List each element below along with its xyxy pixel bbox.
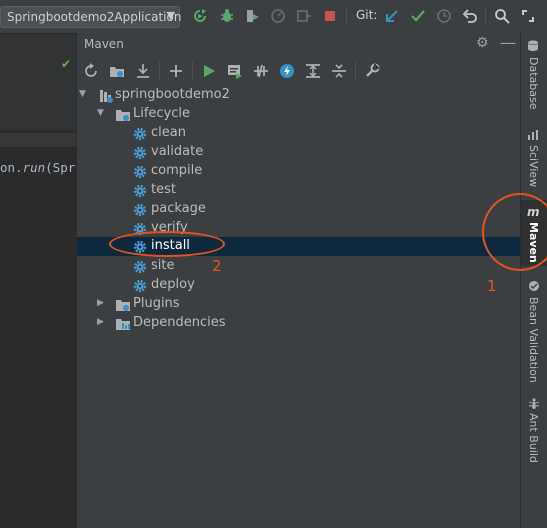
goal-label: compile [151,163,203,178]
git-rollback-icon[interactable] [462,8,478,24]
goal-label: clean [151,125,186,140]
expand-icon[interactable] [520,8,536,24]
goal-label: package [151,201,206,216]
code-method: run [22,160,46,175]
rerun-icon[interactable] [192,8,208,24]
lifecycle-goal-clean[interactable]: clean [77,124,520,143]
goal-label: deploy [151,277,195,292]
tool-tab-sciview[interactable]: SciView [521,126,547,190]
chevron-down-icon: ▼ [166,9,175,22]
gear-icon [133,146,147,160]
collapse-all-icon[interactable] [331,63,347,79]
download-sources-icon[interactable] [135,63,151,79]
gear-icon [133,203,147,217]
inspection-ok-icon: ✔ [61,57,72,71]
toolbar-divider [346,6,347,26]
tool-tab-label: Ant Build [527,413,540,463]
gear-icon [133,165,147,179]
gear-icon [133,279,147,293]
lifecycle-goal-deploy[interactable]: deploy [77,276,520,295]
lifecycle-goal-validate[interactable]: validate [77,143,520,162]
lifecycle-goal-test[interactable]: test [77,181,520,200]
minimize-icon[interactable]: — [500,33,516,52]
sciview-icon [528,130,538,140]
maven-project-icon [100,90,113,103]
search-icon[interactable] [494,8,510,24]
generate-sources-icon[interactable] [109,63,125,79]
goal-label: test [151,182,176,197]
debug-icon[interactable] [219,8,235,24]
lifecycle-goal-site[interactable]: site [77,257,520,276]
tool-tab-bean-validation[interactable]: Bean Validation [521,277,547,383]
toolbar-divider [159,62,160,80]
toggle-offline-icon[interactable] [253,63,269,79]
stop-icon[interactable] [322,8,338,24]
editor-gutter [0,34,76,130]
run-configuration-select[interactable]: Springbootdemo2Application ▼ [0,6,182,28]
chevron-right-icon[interactable]: ▶ [97,317,104,327]
tree-item-plugins[interactable]: ▶ Plugins [77,295,520,314]
chevron-down-icon[interactable]: ▼ [97,108,104,118]
tool-tab-label: Bean Validation [527,297,540,383]
toolbar-divider [485,6,486,26]
reload-icon[interactable] [83,63,99,79]
chevron-down-icon[interactable]: ▼ [79,89,86,99]
database-icon [528,40,538,51]
toolbar-divider [355,62,356,80]
attach-debugger-icon[interactable] [296,8,312,24]
lifecycle-goal-compile[interactable]: compile [77,162,520,181]
gear-icon[interactable]: ⚙ [476,35,489,51]
dependencies-icon [116,319,130,330]
bean-validation-icon [529,281,539,291]
goal-label: validate [151,144,204,159]
wrench-icon[interactable] [364,63,380,79]
run-configuration-label: Springbootdemo2Application [7,10,182,24]
tree-item-dependencies[interactable]: ▶ Dependencies [77,314,520,333]
tree-item-label: Lifecycle [133,106,191,121]
tree-item-project[interactable]: ▼ springbootdemo2 [77,86,520,105]
skip-tests-icon[interactable] [279,63,295,79]
maven-panel-header [76,33,520,57]
code-line: on.run(Spri [0,160,83,175]
annotation-circle-install [109,231,225,257]
annotation-number-2: 2 [212,257,222,275]
git-commit-icon[interactable] [410,8,426,24]
gear-icon [133,184,147,198]
tool-tab-label: Database [527,57,540,110]
code-prefix: on. [0,160,23,175]
editor-highlight-line [0,133,76,147]
run-with-coverage-icon[interactable] [244,8,260,24]
gear-icon [133,260,147,274]
lifecycle-goal-package[interactable]: package [77,200,520,219]
execute-goal-icon[interactable] [227,63,243,79]
tool-tab-label: SciView [527,145,540,188]
tool-tab-database[interactable]: Database [521,36,547,110]
toolbar-divider [192,62,193,80]
show-dependencies-icon[interactable] [305,63,321,79]
tool-tab-ant-build[interactable]: Ant Build [521,395,547,465]
maven-panel-title: Maven [84,37,124,51]
goal-label: site [151,258,175,273]
annotation-number-1: 1 [487,277,497,295]
profile-icon[interactable] [270,8,286,24]
folder-icon [116,110,130,121]
folder-icon [116,300,130,311]
tree-item-label: springbootdemo2 [115,87,230,102]
ant-icon [528,398,540,409]
add-icon[interactable] [168,63,184,79]
git-label: Git: [356,8,378,22]
chevron-right-icon[interactable]: ▶ [97,298,104,308]
tree-item-lifecycle[interactable]: ▼ Lifecycle [77,105,520,124]
git-update-icon[interactable] [384,8,400,24]
gear-icon [133,127,147,141]
tree-item-label: Plugins [133,296,180,311]
tree-item-label: Dependencies [133,315,226,330]
git-history-icon[interactable] [436,8,452,24]
run-maven-build-icon[interactable] [201,63,217,79]
